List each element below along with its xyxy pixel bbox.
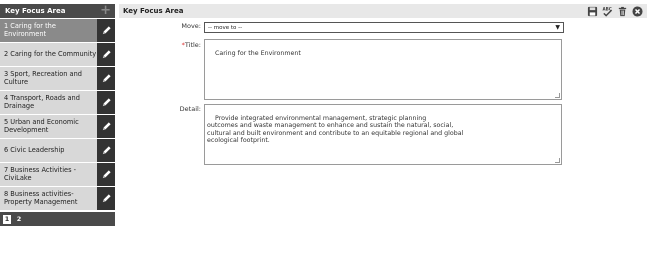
list-item[interactable]: 5 Urban and Economic Development	[0, 115, 115, 138]
list-item-label: 2 Caring for the Community	[4, 49, 97, 58]
list-item-label: 5 Urban and Economic Development	[4, 118, 79, 134]
list-item-label: 4 Transport, Roads and Drainage	[4, 94, 80, 110]
list-title: Key Focus Area	[5, 7, 66, 15]
toolbar: ABC	[587, 5, 643, 17]
detail-title: Key Focus Area	[123, 7, 184, 15]
chevron-down-icon: ▼	[555, 24, 560, 31]
detail-field-value: Provide integrated environmental managem…	[207, 114, 464, 145]
list-item[interactable]: 1 Caring for the Environment	[0, 19, 115, 42]
list-item[interactable]: 6 Civic Leadership	[0, 139, 115, 162]
pencil-icon[interactable]	[97, 187, 115, 210]
save-icon[interactable]	[587, 6, 598, 17]
list-item-label: 6 Civic Leadership	[4, 145, 65, 154]
pencil-icon[interactable]	[97, 139, 115, 162]
pencil-icon[interactable]	[97, 19, 115, 42]
list-item-label: 3 Sport, Recreation and Culture	[4, 70, 82, 86]
page-link[interactable]: 1	[3, 214, 11, 224]
list-item-label: 8 Business activities- Property Manageme…	[4, 190, 78, 206]
title-field[interactable]: Caring for the Environment	[204, 39, 562, 100]
move-select[interactable]: -- move to -- ▼	[204, 22, 564, 33]
detail-field[interactable]: Provide integrated environmental managem…	[204, 104, 562, 165]
list-item-label: 1 Caring for the Environment	[4, 22, 56, 38]
move-label: Move:	[181, 22, 201, 30]
resize-handle-icon[interactable]	[555, 158, 560, 163]
list-header: Key Focus Area +	[0, 4, 115, 18]
list-item-label: 7 Business Activities - CiviLake	[4, 166, 77, 182]
title-label: *Title:	[181, 41, 201, 49]
list-item[interactable]: 7 Business Activities - CiviLake	[0, 163, 115, 186]
pagination: 1 2	[0, 212, 115, 226]
plus-icon[interactable]: +	[100, 4, 111, 17]
pencil-icon[interactable]	[97, 115, 115, 138]
list-item[interactable]: 4 Transport, Roads and Drainage	[0, 91, 115, 114]
close-icon[interactable]	[632, 5, 643, 17]
pencil-icon[interactable]	[97, 43, 115, 66]
pencil-icon[interactable]	[97, 67, 115, 90]
page-link[interactable]: 2	[15, 215, 23, 224]
trash-icon[interactable]	[617, 6, 628, 17]
detail-panel: Key Focus Area ABC Move: -- move to -- ▼…	[119, 4, 647, 165]
title-field-value: Caring for the Environment	[215, 49, 301, 57]
key-focus-area-list-panel: Key Focus Area + 1 Caring for the Enviro…	[0, 4, 115, 226]
pencil-icon[interactable]	[97, 163, 115, 186]
list-item[interactable]: 8 Business activities- Property Manageme…	[0, 187, 115, 210]
detail-header: Key Focus Area ABC	[119, 4, 647, 18]
pencil-icon[interactable]	[97, 91, 115, 114]
move-select-value: -- move to --	[208, 24, 243, 31]
resize-handle-icon[interactable]	[555, 93, 560, 98]
spellcheck-icon[interactable]: ABC	[602, 6, 613, 17]
list-item[interactable]: 3 Sport, Recreation and Culture	[0, 67, 115, 90]
list-item[interactable]: 2 Caring for the Community	[0, 43, 115, 66]
detail-label: Detail:	[179, 105, 201, 113]
